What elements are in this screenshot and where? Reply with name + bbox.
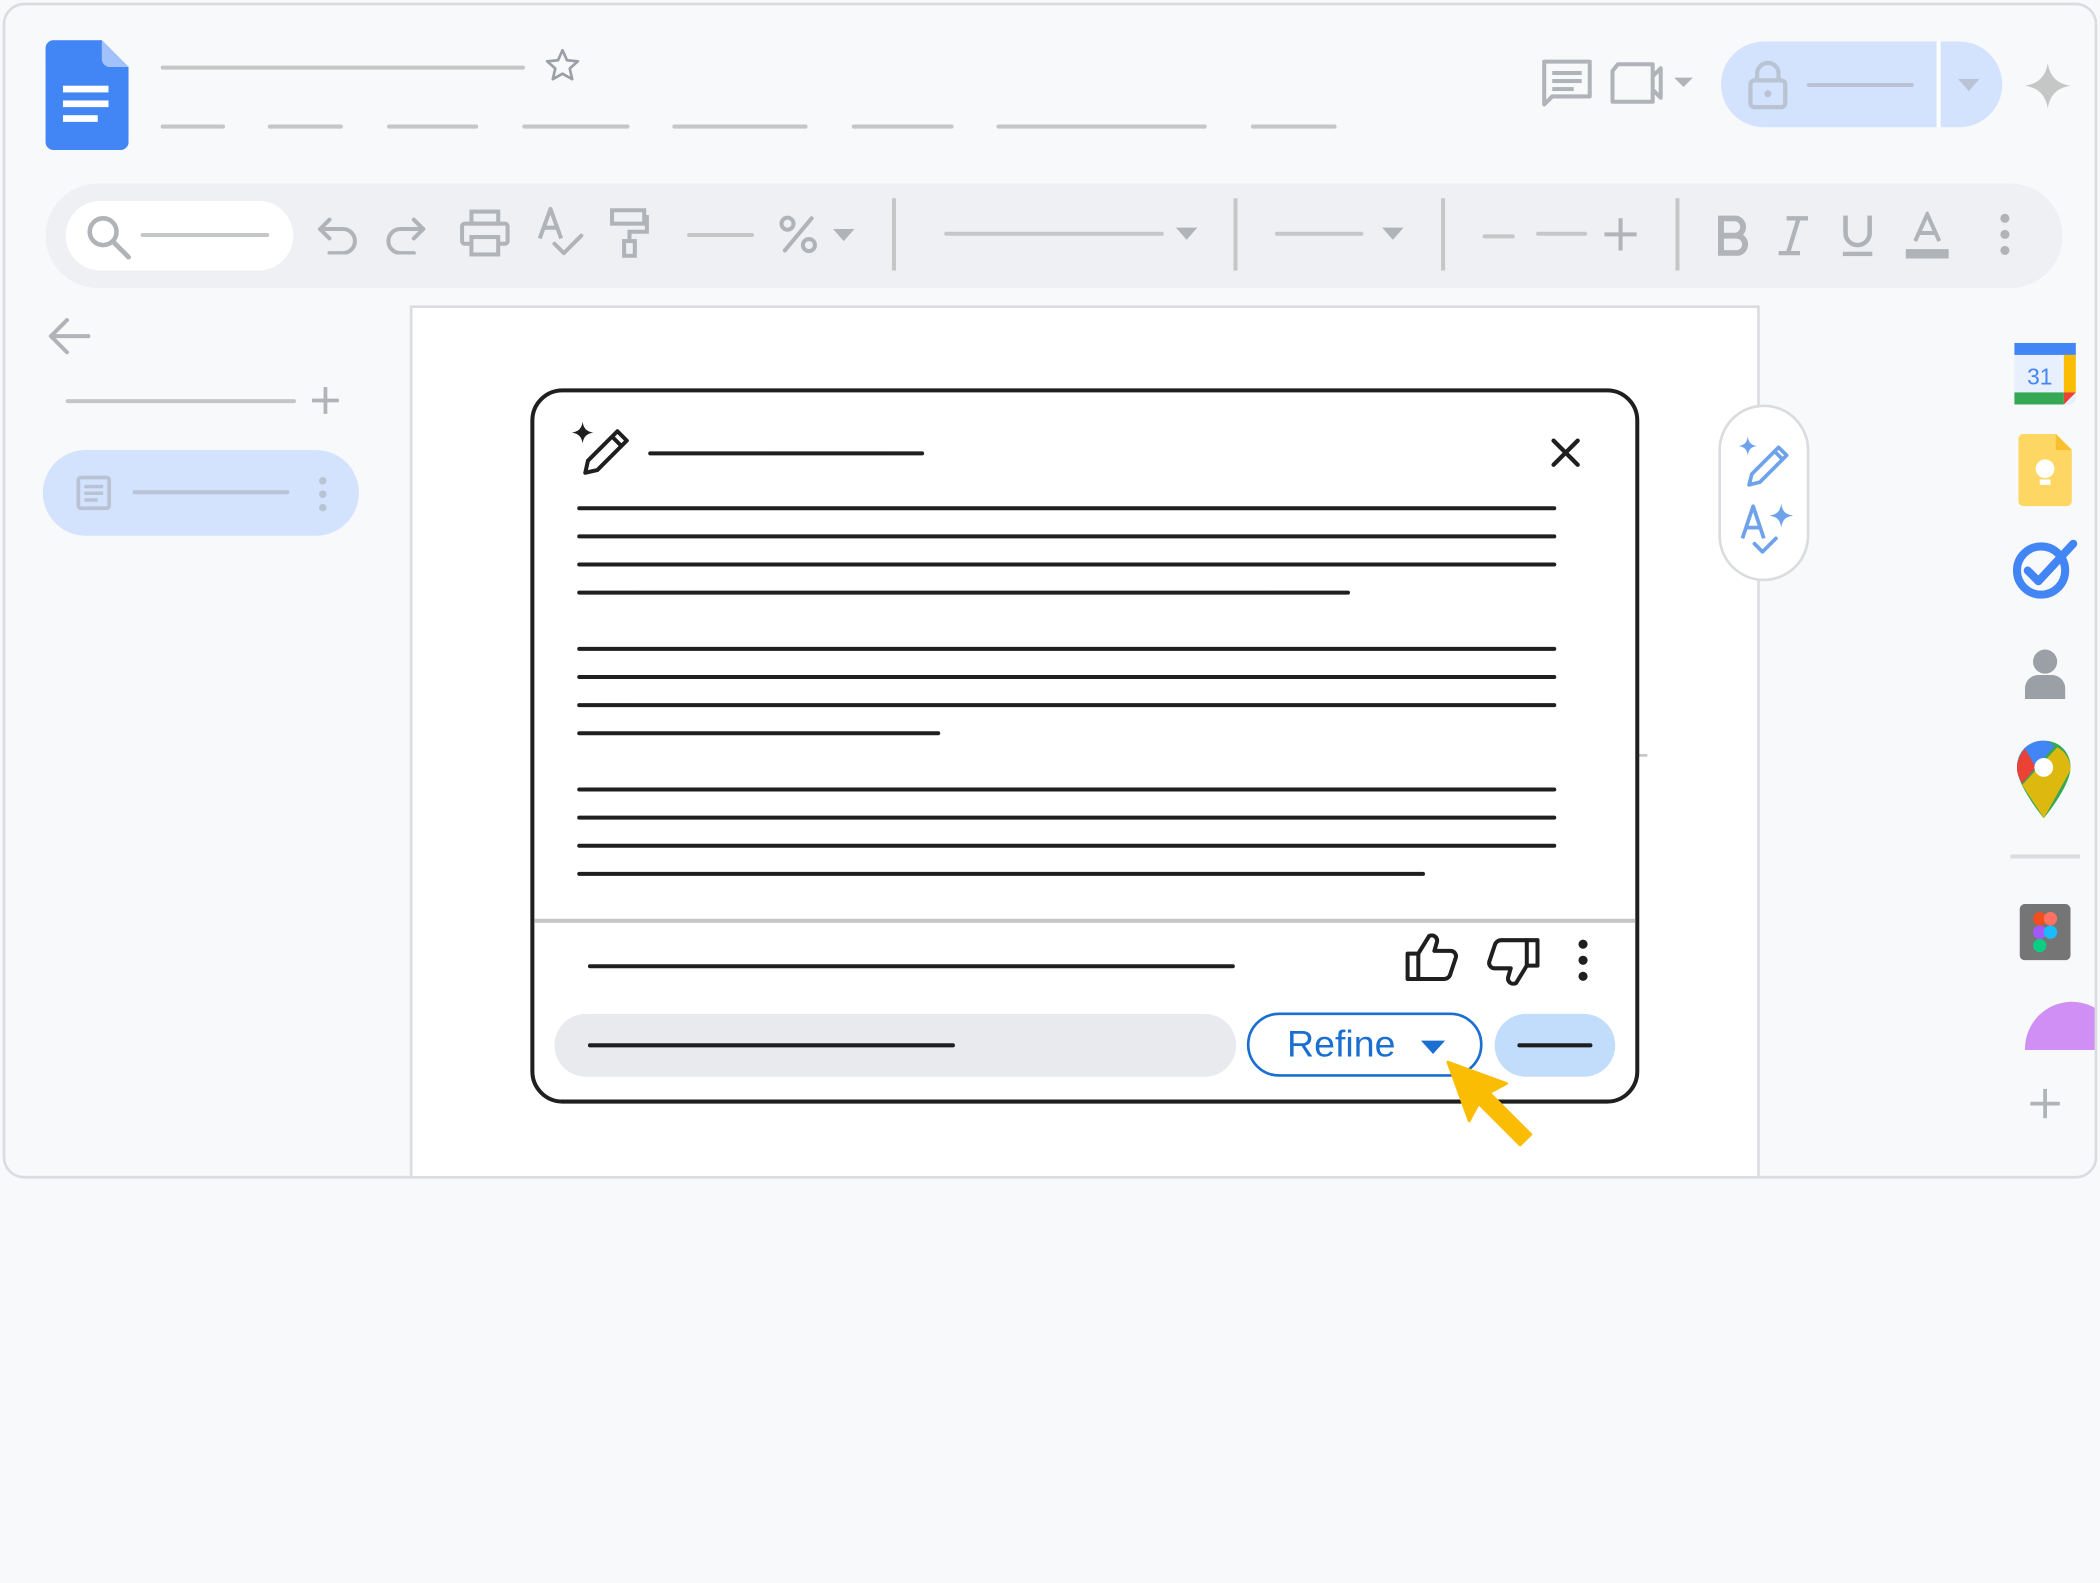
rail-divider	[2010, 854, 2080, 859]
video-icon[interactable]	[1607, 59, 1698, 107]
back-arrow-icon[interactable]	[48, 317, 91, 355]
docs-logo-icon[interactable]	[45, 40, 129, 151]
percent-icon[interactable]	[778, 214, 818, 254]
disclaimer-text	[587, 964, 1235, 969]
help-me-write-shortcut-icon[interactable]	[1738, 436, 1792, 488]
gemini-sparkle-icon[interactable]	[2025, 62, 2071, 109]
document-icon	[76, 475, 112, 511]
zoom-level[interactable]	[687, 233, 755, 238]
font-size-decrease-button[interactable]	[1482, 234, 1515, 239]
refine-label: Refine	[1287, 1023, 1396, 1065]
outline-title	[65, 399, 296, 404]
undo-icon[interactable]	[316, 214, 359, 255]
font-dropdown-icon[interactable]	[1381, 226, 1405, 242]
dialog-title	[648, 451, 925, 456]
refine-caret-icon	[1420, 1040, 1446, 1055]
addon-app-icon[interactable]	[2022, 996, 2095, 1051]
figma-icon[interactable]	[2019, 904, 2071, 961]
tasks-icon[interactable]	[2012, 538, 2079, 600]
print-icon[interactable]	[459, 209, 510, 257]
floating-ai-tools	[1718, 404, 1810, 582]
font-select[interactable]	[1275, 231, 1364, 236]
calendar-icon[interactable]: 31	[2014, 342, 2076, 405]
menu-item-insert[interactable]	[522, 124, 630, 129]
menu-item-extensions[interactable]	[996, 124, 1207, 129]
close-icon[interactable]	[1551, 438, 1580, 467]
maps-icon[interactable]	[2016, 740, 2071, 819]
dialog-more-icon[interactable]	[1575, 939, 1591, 982]
thumbs-up-icon[interactable]	[1405, 933, 1459, 982]
thumbs-down-icon[interactable]	[1487, 938, 1541, 986]
spellcheck-icon[interactable]	[536, 206, 584, 257]
share-dropdown-icon[interactable]	[1957, 78, 1981, 94]
zoom-dropdown-icon[interactable]	[832, 228, 856, 244]
style-dropdown-icon[interactable]	[1175, 226, 1199, 242]
prompt-input[interactable]	[554, 1013, 1237, 1077]
menu-item-tools[interactable]	[851, 124, 954, 129]
font-size-input[interactable]	[1536, 231, 1588, 236]
outline-item-document[interactable]	[42, 450, 359, 536]
contacts-icon[interactable]	[2022, 648, 2068, 700]
menu-item-help[interactable]	[1250, 124, 1337, 129]
more-vert-icon[interactable]	[1997, 213, 2013, 256]
item-more-icon[interactable]	[317, 477, 328, 512]
calendar-day: 31	[2027, 363, 2052, 389]
menu-item-edit[interactable]	[267, 124, 343, 129]
style-select[interactable]	[944, 231, 1164, 236]
docs-window: Refine 31	[2, 2, 2098, 1179]
search-menus-input[interactable]	[65, 200, 294, 271]
help-me-write-icon	[571, 421, 629, 475]
document-title[interactable]	[160, 65, 526, 70]
keep-icon[interactable]	[2018, 433, 2072, 507]
menu-item-format[interactable]	[672, 124, 808, 129]
add-icon[interactable]	[311, 386, 340, 415]
help-me-write-dialog	[530, 388, 1640, 1104]
underline-icon[interactable]	[1840, 213, 1875, 259]
bold-icon[interactable]	[1717, 215, 1749, 256]
cursor-arrow-icon	[1446, 1060, 1533, 1147]
comment-icon[interactable]	[1542, 59, 1593, 110]
search-icon	[87, 216, 131, 260]
get-addons-icon[interactable]	[2029, 1088, 2061, 1120]
dialog-divider	[534, 918, 1636, 923]
star-icon[interactable]	[542, 46, 582, 86]
text-color-icon[interactable]	[1904, 211, 1950, 260]
share-button[interactable]	[1720, 41, 2003, 128]
redo-icon[interactable]	[384, 214, 427, 255]
menu-item-file[interactable]	[160, 124, 226, 129]
lock-icon	[1748, 60, 1788, 110]
refine-text-shortcut-icon[interactable]	[1738, 501, 1794, 557]
italic-icon[interactable]	[1776, 216, 1811, 256]
menu-item-view[interactable]	[387, 124, 479, 129]
font-size-increase-icon[interactable]	[1603, 217, 1638, 252]
paint-format-icon[interactable]	[609, 208, 649, 259]
